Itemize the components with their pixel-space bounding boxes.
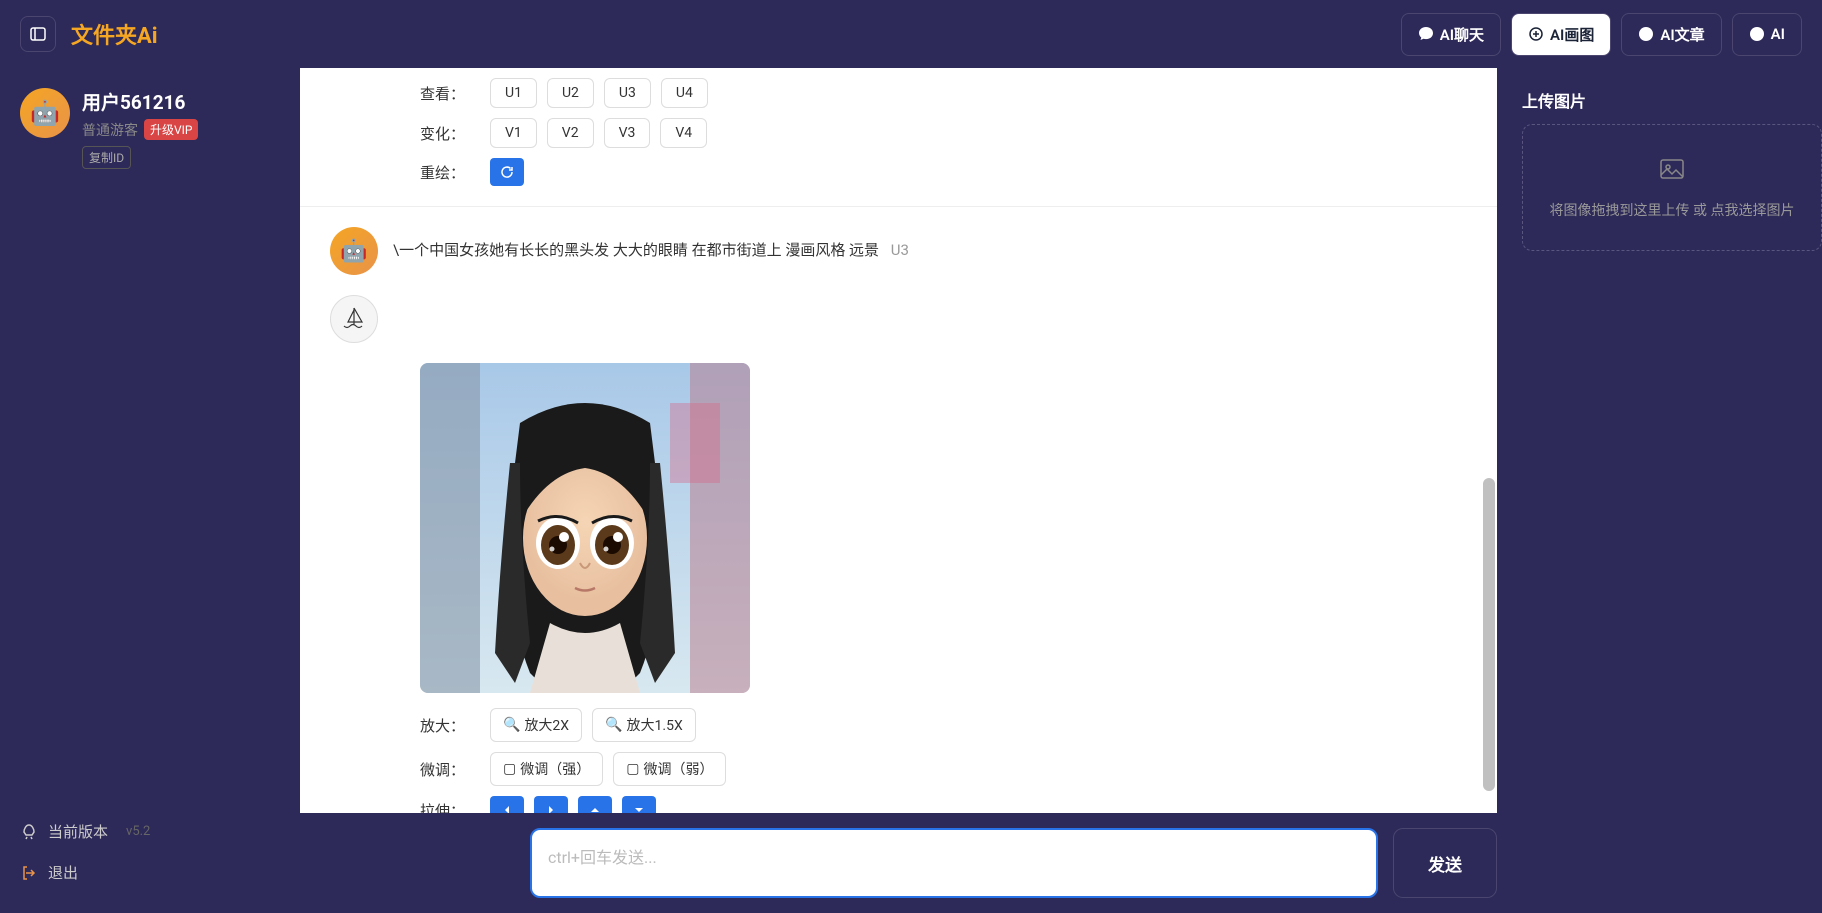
nav-label: AI <box>1771 25 1785 43</box>
vip-upgrade-badge[interactable]: 升级VIP <box>144 119 198 140</box>
upload-text-1: 将图像拖拽到这里上传 或 <box>1550 203 1711 219</box>
nav-label: AI文章 <box>1660 24 1704 45</box>
article-icon <box>1638 26 1654 42</box>
right-panel: 上传图片 将图像拖拽到这里上传 或 点我选择图片 <box>1512 68 1822 913</box>
upload-text: 将图像拖拽到这里上传 或 点我选择图片 <box>1538 200 1806 220</box>
redraw-button[interactable] <box>490 158 524 186</box>
upload-link[interactable]: 点我选择图片 <box>1710 203 1794 219</box>
logout-label: 退出 <box>48 862 78 883</box>
row-label: 变化： <box>420 123 480 144</box>
row-label: 放大： <box>420 715 480 736</box>
stretch-row: 拉伸： <box>420 796 1467 813</box>
zoom-2x-button[interactable]: 🔍放大2X <box>490 708 582 742</box>
version-value: v5.2 <box>126 824 150 839</box>
nav-ai-chat[interactable]: AI聊天 <box>1401 13 1501 56</box>
arrow-left-icon <box>501 804 513 813</box>
divider <box>300 206 1497 207</box>
sidebar-toggle-button[interactable] <box>20 16 56 52</box>
input-area: 发送 <box>300 813 1497 913</box>
copy-id-button[interactable]: 复制ID <box>82 146 131 169</box>
zoom-label: 放大1.5X <box>627 715 683 735</box>
user-info: 🤖 用户561216 普通游客 升级VIP 复制ID <box>20 88 280 169</box>
panel-icon <box>30 26 46 42</box>
nav-label: AI聊天 <box>1440 24 1484 45</box>
row-label: 拉伸： <box>420 800 480 814</box>
avatar[interactable]: 🤖 <box>20 88 70 138</box>
var-v1[interactable]: V1 <box>490 118 537 148</box>
prompt-content: \一个中国女孩她有长长的黑头发 大大的眼睛 在都市街道上 漫画风格 远景 <box>393 241 879 259</box>
main: 查看： U1 U2 U3 U4 变化： V1 V2 V3 V4 重绘： <box>300 68 1822 913</box>
chat-area: 查看： U1 U2 U3 U4 变化： V1 V2 V3 V4 重绘： <box>300 68 1512 913</box>
tweak-strong-button[interactable]: ▢微调（强） <box>490 752 603 786</box>
upload-dropzone[interactable]: 将图像拖拽到这里上传 或 点我选择图片 <box>1522 124 1822 251</box>
scroll-thumb[interactable] <box>1483 478 1495 791</box>
view-row: 查看： U1 U2 U3 U4 <box>420 78 1467 108</box>
tweak-label: 微调（弱） <box>643 759 713 779</box>
view-u4[interactable]: U4 <box>661 78 708 108</box>
zoom-15x-button[interactable]: 🔍放大1.5X <box>592 708 696 742</box>
sidebar-item-version[interactable]: 当前版本 v5.2 <box>20 811 280 852</box>
scrollbar[interactable] <box>1483 68 1495 813</box>
tweak-row: 微调： ▢微调（强） ▢微调（弱） <box>420 752 1467 786</box>
version-label: 当前版本 <box>48 821 108 842</box>
prompt-tag: U3 <box>891 241 909 259</box>
sidebar-item-logout[interactable]: 退出 <box>20 852 280 893</box>
header: 文件夹Ai AI聊天 AI画图 AI文章 AI <box>0 0 1822 68</box>
sidebar: 🤖 用户561216 普通游客 升级VIP 复制ID 当前版本 v5.2 退出 <box>0 68 300 913</box>
generated-image[interactable] <box>420 363 750 693</box>
nav-ai-image[interactable]: AI画图 <box>1511 13 1611 56</box>
row-label: 查看： <box>420 83 480 104</box>
image-icon <box>1538 155 1806 190</box>
var-v4[interactable]: V4 <box>660 118 707 148</box>
rocket-icon <box>20 823 38 841</box>
view-u3[interactable]: U3 <box>604 78 651 108</box>
stretch-down-button[interactable] <box>622 796 656 813</box>
nav-label: AI画图 <box>1550 24 1594 45</box>
nav-ai-more[interactable]: AI <box>1732 13 1802 56</box>
stretch-right-button[interactable] <box>534 796 568 813</box>
row-label: 微调： <box>420 759 480 780</box>
tweak-label: 微调（强） <box>520 759 590 779</box>
send-button[interactable]: 发送 <box>1393 828 1497 898</box>
upload-title: 上传图片 <box>1522 88 1822 112</box>
result-message <box>330 295 1467 343</box>
redraw-row: 重绘： <box>420 158 1467 186</box>
logout-icon <box>20 864 38 882</box>
arrow-up-icon <box>589 804 601 813</box>
zoom-row: 放大： 🔍放大2X 🔍放大1.5X <box>420 708 1467 742</box>
tweak-weak-button[interactable]: ▢微调（弱） <box>613 752 726 786</box>
user-role: 普通游客 升级VIP <box>82 119 198 140</box>
chat-icon <box>1418 26 1434 42</box>
variation-row: 变化： V1 V2 V3 V4 <box>420 118 1467 148</box>
stretch-up-button[interactable] <box>578 796 612 813</box>
sidebar-bottom: 当前版本 v5.2 退出 <box>20 811 280 893</box>
prompt-input[interactable] <box>530 828 1378 898</box>
nav-ai-article[interactable]: AI文章 <box>1621 13 1721 56</box>
image-gen-icon <box>1528 26 1544 42</box>
chat-content: 查看： U1 U2 U3 U4 变化： V1 V2 V3 V4 重绘： <box>300 68 1497 813</box>
logo: 文件夹Ai <box>71 18 158 50</box>
anime-girl-image <box>420 363 750 693</box>
view-u1[interactable]: U1 <box>490 78 537 108</box>
header-nav: AI聊天 AI画图 AI文章 AI <box>1401 13 1802 56</box>
refresh-icon <box>500 165 514 179</box>
arrow-down-icon <box>633 804 645 813</box>
bot-avatar: 🤖 <box>330 227 378 275</box>
zoom-label: 放大2X <box>524 715 569 735</box>
chat-scroll[interactable]: 查看： U1 U2 U3 U4 变化： V1 V2 V3 V4 重绘： <box>300 68 1497 813</box>
view-u2[interactable]: U2 <box>547 78 594 108</box>
role-text: 普通游客 <box>82 120 138 140</box>
arrow-right-icon <box>545 804 557 813</box>
midjourney-avatar <box>330 295 378 343</box>
prompt-text: \一个中国女孩她有长长的黑头发 大大的眼睛 在都市街道上 漫画风格 远景 U3 <box>393 227 909 260</box>
var-v2[interactable]: V2 <box>547 118 594 148</box>
header-left: 文件夹Ai <box>20 16 158 52</box>
row-label: 重绘： <box>420 162 480 183</box>
prompt-message: 🤖 \一个中国女孩她有长长的黑头发 大大的眼睛 在都市街道上 漫画风格 远景 U… <box>330 227 1467 275</box>
more-icon <box>1749 26 1765 42</box>
var-v3[interactable]: V3 <box>604 118 651 148</box>
stretch-left-button[interactable] <box>490 796 524 813</box>
sailboat-icon <box>339 304 369 334</box>
user-name: 用户561216 <box>82 88 198 115</box>
